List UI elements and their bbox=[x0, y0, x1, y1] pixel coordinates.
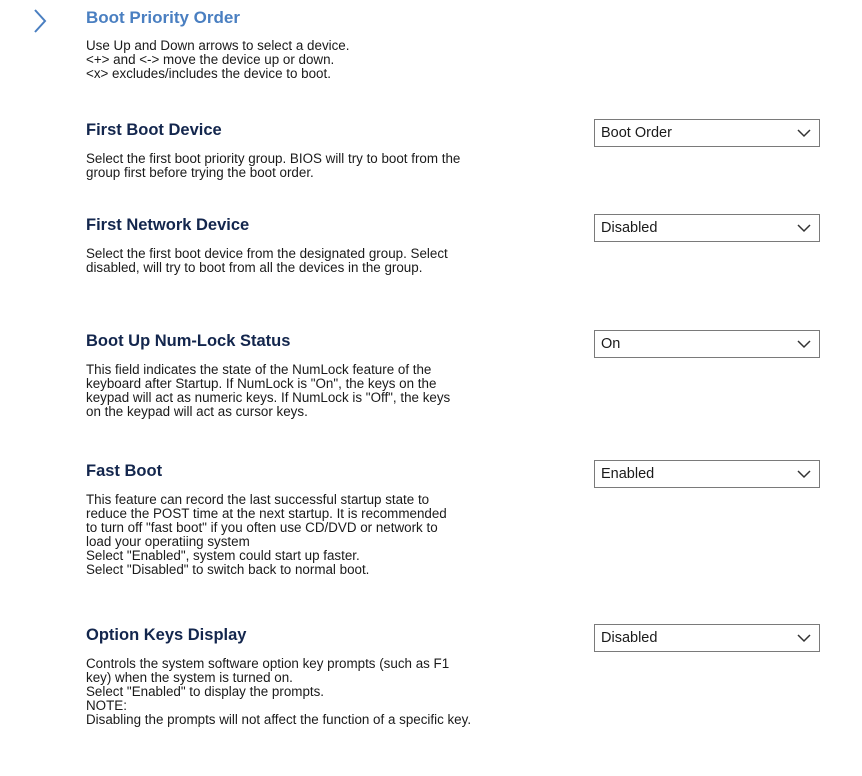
dropdown-value: Disabled bbox=[601, 220, 658, 236]
first-boot-device-dropdown[interactable]: Boot Order bbox=[594, 119, 820, 147]
setting-description: Select the first boot device from the de… bbox=[86, 246, 448, 275]
setting-boot-up-num-lock-status: Boot Up Num-Lock Status This field indic… bbox=[86, 330, 822, 419]
fast-boot-dropdown[interactable]: Enabled bbox=[594, 460, 820, 488]
setting-description: Controls the system software option key … bbox=[86, 656, 472, 727]
chevron-down-icon bbox=[797, 634, 811, 643]
setting-description: Select the first boot priority group. BI… bbox=[86, 151, 461, 180]
setting-description: This field indicates the state of the Nu… bbox=[86, 362, 451, 419]
chevron-down-icon bbox=[797, 224, 811, 233]
chevron-down-icon bbox=[797, 470, 811, 479]
dropdown-value: Boot Order bbox=[601, 125, 672, 141]
dropdown-value: On bbox=[601, 336, 621, 352]
dropdown-value: Disabled bbox=[601, 630, 658, 646]
setting-option-keys-display: Option Keys Display Controls the system … bbox=[86, 624, 822, 727]
boot-priority-order-link[interactable]: Boot Priority Order bbox=[86, 8, 240, 28]
chevron-down-icon bbox=[797, 129, 811, 138]
setting-fast-boot: Fast Boot This feature can record the la… bbox=[86, 460, 822, 577]
option-keys-display-dropdown[interactable]: Disabled bbox=[594, 624, 820, 652]
first-network-device-dropdown[interactable]: Disabled bbox=[594, 214, 820, 242]
dropdown-value: Enabled bbox=[601, 466, 655, 482]
setting-first-network-device: First Network Device Select the first bo… bbox=[86, 214, 822, 275]
setting-first-boot-device: First Boot Device Select the first boot … bbox=[86, 119, 822, 180]
setting-description: This feature can record the last success… bbox=[86, 492, 447, 577]
expand-chevron-icon[interactable] bbox=[30, 6, 50, 36]
chevron-down-icon bbox=[797, 340, 811, 349]
boot-priority-description: Use Up and Down arrows to select a devic… bbox=[86, 38, 350, 81]
num-lock-status-dropdown[interactable]: On bbox=[594, 330, 820, 358]
